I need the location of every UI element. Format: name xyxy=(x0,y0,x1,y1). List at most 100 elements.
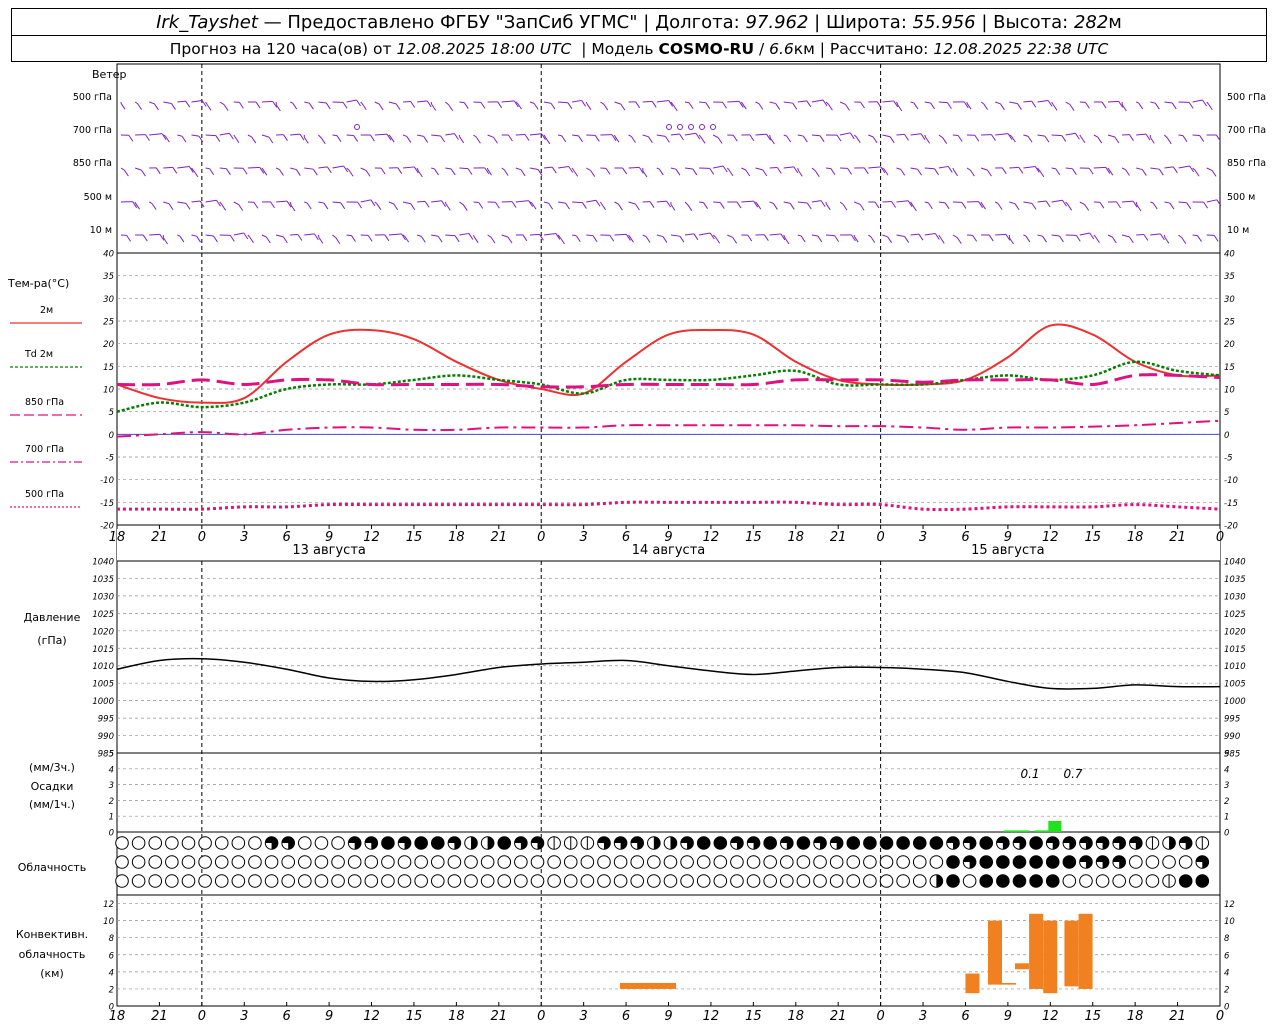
wind-barb xyxy=(388,233,402,236)
cloud-symbol xyxy=(514,874,528,888)
wind-barb-feather xyxy=(1017,103,1022,110)
cloud-symbol xyxy=(248,855,262,869)
wind-barb-feather xyxy=(617,203,623,211)
cloud-symbol xyxy=(829,855,844,869)
wind-barb xyxy=(712,234,716,238)
wind-barb xyxy=(896,234,905,238)
time-tick-label: 6 xyxy=(622,1009,630,1024)
wind-barb-feather xyxy=(581,100,587,107)
wind-barb-feather xyxy=(1171,102,1177,110)
cloud-symbol xyxy=(514,855,528,869)
wind-barb-feather xyxy=(1089,232,1095,240)
temp-tick-label: 0 xyxy=(109,431,114,441)
cloud-symbol-fill xyxy=(913,836,927,850)
wind-barb xyxy=(684,132,696,136)
wind-barb xyxy=(797,134,804,137)
time-tick-label: 6 xyxy=(622,530,630,545)
precip-tick-label: 4 xyxy=(109,765,114,775)
wind-barb-feather xyxy=(961,202,967,209)
cloud-symbol xyxy=(115,855,129,869)
wind-barb-feather xyxy=(353,135,359,142)
wind-barb xyxy=(1206,167,1213,171)
precip-unit-1h: (мм/1ч.) xyxy=(29,798,75,811)
cloud-symbol xyxy=(347,874,362,888)
precip-tick-label: 3 xyxy=(1224,781,1229,791)
wind-barb xyxy=(769,101,776,105)
wind-barb-feather xyxy=(642,170,648,178)
wind-barb-feather xyxy=(695,132,701,140)
wind-barb xyxy=(1107,100,1119,103)
wind-barb xyxy=(275,167,280,170)
wind-barb-feather xyxy=(662,236,668,243)
cloud-symbol xyxy=(912,855,927,869)
wind-barb-feather xyxy=(179,235,185,243)
wind-barb xyxy=(163,201,170,205)
wind-barb-feather xyxy=(1099,201,1105,209)
wind-barb xyxy=(642,134,649,138)
cloud-symbol xyxy=(198,874,212,888)
wind-barb xyxy=(769,134,771,139)
precip-tick-label: 3 xyxy=(109,781,114,791)
wind-barb xyxy=(276,200,288,203)
precip-tick-label: 1 xyxy=(109,813,114,823)
wind-barb-feather xyxy=(693,233,699,241)
wind-barb-feather xyxy=(238,204,244,211)
convective-tick-label: 12 xyxy=(1224,900,1235,910)
wind-barb-feather xyxy=(454,235,460,243)
wind-barb xyxy=(487,134,494,138)
wind-barb-feather xyxy=(582,202,587,209)
cloud-symbol xyxy=(597,855,611,869)
cloud-symbol xyxy=(896,855,910,869)
wind-barb xyxy=(1051,167,1056,170)
cloud-symbol-fill xyxy=(996,874,1010,888)
wind-barb-feather xyxy=(1202,99,1207,107)
wind-barb xyxy=(839,132,851,136)
cloud-symbol-fill xyxy=(946,874,960,888)
time-tick-label: 21 xyxy=(151,1009,168,1024)
wind-barb-feather xyxy=(336,135,342,142)
cloud-symbol-fill xyxy=(797,836,810,850)
wind-barb xyxy=(684,233,694,236)
wind-barb-feather xyxy=(225,168,231,175)
convective-tick-label: 10 xyxy=(103,917,114,927)
convective-axis-title: облачность xyxy=(19,948,86,961)
wind-barb xyxy=(995,101,1001,105)
wind-barb-feather xyxy=(988,234,994,242)
convective-tick-label: 8 xyxy=(1224,934,1230,944)
wind-barb-feather xyxy=(228,132,234,140)
wind-barb-feather xyxy=(568,166,574,173)
wind-barb-feather xyxy=(620,103,626,111)
temp-tick-label: 40 xyxy=(1224,250,1235,260)
cloud-symbol-fill xyxy=(880,836,893,850)
wind-barb-feather xyxy=(717,137,723,144)
wind-barb-feather xyxy=(395,103,401,111)
cloud-symbol xyxy=(530,874,545,888)
wind-barb xyxy=(1023,201,1033,204)
cloud-symbol-fill xyxy=(896,836,910,850)
time-tick-label: 0 xyxy=(537,530,545,545)
pressure-tick-label: 1010 xyxy=(1224,662,1246,672)
cloud-symbol xyxy=(746,855,761,869)
wind-barb xyxy=(1079,134,1082,138)
wind-barb xyxy=(261,134,269,138)
wind-barb xyxy=(755,167,763,171)
cloud-symbol-fill xyxy=(471,836,478,850)
wind-barb-feather xyxy=(983,103,988,110)
time-tick-label: 6 xyxy=(961,1009,969,1024)
wind-barb-feather xyxy=(722,165,728,173)
temp-tick-label: 35 xyxy=(1224,272,1235,282)
wind-barb-feather xyxy=(586,103,592,111)
wind-barb xyxy=(628,234,630,237)
wind-barb-feather xyxy=(703,202,709,209)
cloud-symbol xyxy=(497,874,512,888)
cloud-symbol-fill xyxy=(1179,874,1192,888)
wind-barb xyxy=(445,133,455,136)
wind-barb-feather xyxy=(769,137,775,145)
cloud-symbol xyxy=(1162,855,1176,869)
cloud-symbol xyxy=(1129,874,1143,888)
wind-barb xyxy=(558,165,569,169)
wind-barb xyxy=(755,201,758,204)
wind-barb-feather xyxy=(1080,136,1086,144)
cloud-symbol xyxy=(115,874,129,888)
wind-barb-feather xyxy=(1047,100,1053,107)
